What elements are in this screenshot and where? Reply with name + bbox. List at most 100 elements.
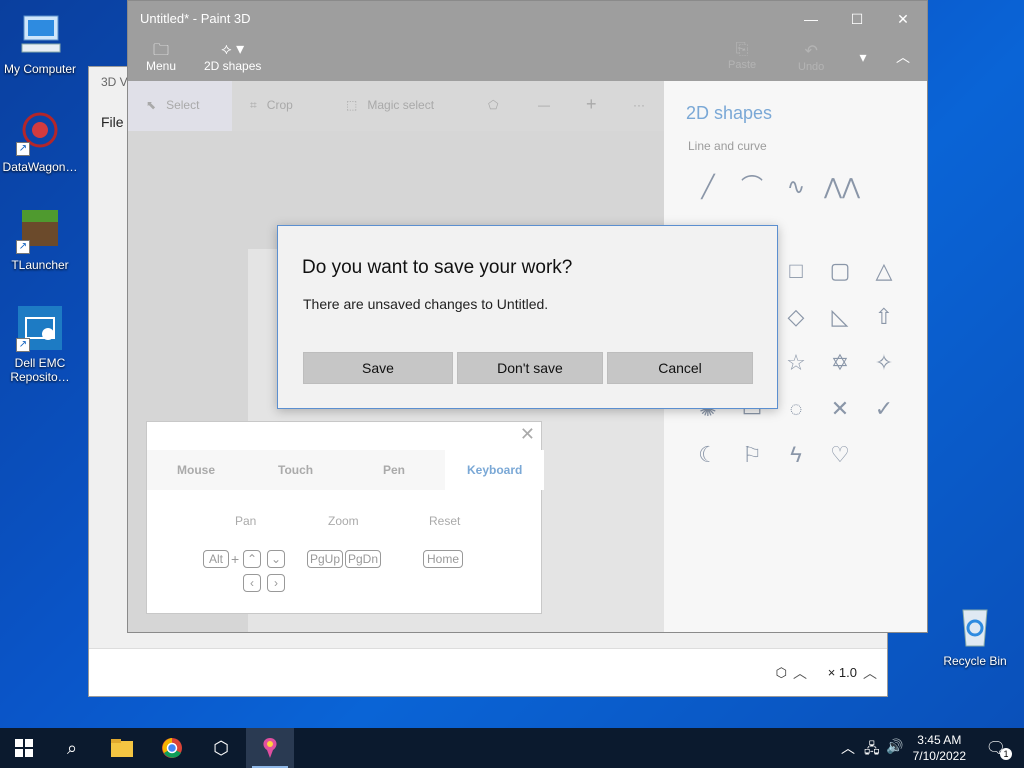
3d-viewer-icon[interactable]: ⬡ xyxy=(197,728,245,768)
reset-label: Reset xyxy=(429,514,461,528)
banner-icon[interactable]: ⚐ xyxy=(736,439,768,471)
chevron-up-icon[interactable]: ︿ xyxy=(793,663,807,683)
desktop-icon-datawagon[interactable]: ↗ DataWagon… xyxy=(0,108,80,174)
dialog-message: There are unsaved changes to Untitled. xyxy=(303,296,549,312)
minimize-button[interactable]: — xyxy=(788,5,834,33)
panel-title: 2D shapes xyxy=(686,103,773,123)
close-button[interactable]: ✕ xyxy=(880,5,926,33)
recycle-bin-icon xyxy=(951,602,999,650)
zoom-level: × 1.0 xyxy=(827,665,857,680)
save-dialog: Do you want to save your work? There are… xyxy=(277,225,778,409)
paste-button[interactable]: ⎘ Paste xyxy=(728,41,756,71)
clock[interactable]: 3:45 AM 7/10/2022 xyxy=(913,732,966,764)
window-title: 3D Vi xyxy=(101,75,131,89)
curve-icon[interactable]: ⌒ xyxy=(736,171,768,203)
network-icon[interactable]: 🖧 xyxy=(864,738,880,762)
triangle-icon[interactable]: △ xyxy=(868,255,900,287)
shapes-icon: ⟡ ▾ xyxy=(221,41,245,58)
windows-logo-icon xyxy=(15,739,33,757)
navigation-help-panel: ✕ Mouse Touch Pen Keyboard Pan Zoom Rese… xyxy=(146,421,545,614)
magic-select-icon: ⬚ xyxy=(346,98,358,112)
more-options-icon[interactable]: ··· xyxy=(633,98,645,112)
cancel-button[interactable]: Cancel xyxy=(607,352,753,384)
checkmark-icon[interactable]: ✓ xyxy=(868,393,900,425)
minecraft-block-icon: ↗ xyxy=(16,206,64,254)
chevron-up-icon[interactable]: ︿ xyxy=(841,738,855,758)
thought-bubble-icon[interactable]: ◌ xyxy=(780,393,812,425)
tab-keyboard[interactable]: Keyboard xyxy=(445,450,545,490)
save-button[interactable]: Save xyxy=(303,352,453,384)
undo-label: Undo xyxy=(798,61,825,73)
maximize-button[interactable]: ☐ xyxy=(834,5,880,33)
folder-gear-icon: ↗ xyxy=(16,304,64,352)
select-tool[interactable]: ⬉ Select xyxy=(146,98,199,112)
zigzag-icon[interactable]: ⋀⋀ xyxy=(824,171,860,203)
desktop-icon-label: TLauncher xyxy=(11,258,69,272)
dont-save-button[interactable]: Don't save xyxy=(457,352,603,384)
star-five-icon[interactable]: ☆ xyxy=(780,347,812,379)
arrow-up-icon[interactable]: ⇧ xyxy=(868,301,900,333)
shortcut-arrow-icon: ↗ xyxy=(16,338,30,352)
chrome-icon[interactable] xyxy=(148,728,196,768)
zoom-label: Zoom xyxy=(328,514,359,528)
desktop-icon-tlauncher[interactable]: ↗ TLauncher xyxy=(0,206,80,272)
notification-badge: 1 xyxy=(1000,748,1012,760)
line-icon[interactable]: ╱ xyxy=(692,171,724,203)
tab-pen[interactable]: Pen xyxy=(383,463,405,477)
desktop-icon-recycle-bin[interactable]: Recycle Bin xyxy=(935,602,1015,668)
environment-icon[interactable]: ⬡ xyxy=(776,665,787,681)
rounded-square-icon[interactable]: ▢ xyxy=(824,255,856,287)
sticker-icon[interactable]: ⬠ xyxy=(488,98,498,112)
file-menu[interactable]: File xyxy=(101,114,124,130)
star-four-icon[interactable]: ✧ xyxy=(868,347,900,379)
shortcut-arrow-icon: ↗ xyxy=(16,142,30,156)
lightning-icon[interactable]: ϟ xyxy=(780,439,812,471)
tool-row: ⬉ Select ⌗ Crop ⬚ Magic select ⬠ — + ··· xyxy=(128,81,664,131)
zoom-in-icon[interactable]: + xyxy=(586,94,597,115)
desktop-icon-dell-emc[interactable]: ↗ Dell EMC Reposito… xyxy=(0,304,80,384)
viewer-bottom-bar: ⬡ ︿ × 1.0 ︿ xyxy=(89,648,887,696)
paste-icon: ⎘ xyxy=(735,41,749,58)
cursor-icon: ⬉ xyxy=(146,98,157,112)
desktop-icon-label: Dell EMC Reposito… xyxy=(10,356,70,384)
x-shape-icon[interactable]: ✕ xyxy=(824,393,856,425)
file-explorer-icon[interactable] xyxy=(98,728,146,768)
clock-date: 7/10/2022 xyxy=(912,749,966,763)
square-icon[interactable]: □ xyxy=(780,255,812,287)
chevron-up-icon[interactable]: ︿ xyxy=(863,663,877,683)
shortcut-arrow-icon: ↗ xyxy=(16,240,30,254)
arrow-up-key-icon: ⌃ xyxy=(243,550,261,568)
undo-button[interactable]: ↶ Undo xyxy=(798,41,824,73)
pan-label: Pan xyxy=(235,514,257,528)
desktop-icon-label: My Computer xyxy=(3,62,77,76)
2d-shapes-button[interactable]: ⟡ ▾ 2D shapes xyxy=(204,39,261,73)
zoom-out-icon[interactable]: — xyxy=(538,98,550,112)
paint-3d-icon[interactable] xyxy=(246,728,294,768)
close-icon[interactable]: ✕ xyxy=(520,424,535,445)
star-six-icon[interactable]: ✡ xyxy=(824,347,856,379)
magic-select-label: Magic select xyxy=(367,98,435,112)
tab-mouse[interactable]: Mouse xyxy=(177,463,215,477)
volume-icon[interactable]: 🔊 xyxy=(886,738,903,755)
arrow-right-key-icon: › xyxy=(267,574,285,592)
crop-tool[interactable]: ⌗ Crop xyxy=(250,98,293,113)
desktop-icon-my-computer[interactable]: My Computer xyxy=(0,10,80,76)
start-button[interactable] xyxy=(0,728,48,768)
menu-button[interactable]: 🗀 Menu xyxy=(146,39,176,73)
taskbar: ⌕ ⬡ ︿ 🖧 🔊 3:45 AM 7/10/2022 🗨 1 xyxy=(0,728,1024,768)
moon-icon[interactable]: ☾ xyxy=(692,439,724,471)
undo-icon: ↶ xyxy=(804,43,818,60)
magic-select-tool[interactable]: ⬚ Magic select xyxy=(346,98,434,112)
diamond-icon[interactable]: ◇ xyxy=(780,301,812,333)
arrow-left-key-icon: ‹ xyxy=(243,574,261,592)
panel-subtitle: Line and curve xyxy=(688,139,767,153)
tab-touch[interactable]: Touch xyxy=(278,463,313,477)
wave-icon[interactable]: ∿ xyxy=(780,171,812,203)
crop-icon: ⌗ xyxy=(250,98,257,112)
heart-icon[interactable]: ♡ xyxy=(824,439,856,471)
arrow-down-key-icon: ⌄ xyxy=(267,550,285,568)
collapse-ribbon-icon[interactable]: ︿ xyxy=(880,43,926,71)
paste-label: Paste xyxy=(728,59,757,71)
search-icon[interactable]: ⌕ xyxy=(48,728,96,768)
right-triangle-icon[interactable]: ◺ xyxy=(824,301,856,333)
